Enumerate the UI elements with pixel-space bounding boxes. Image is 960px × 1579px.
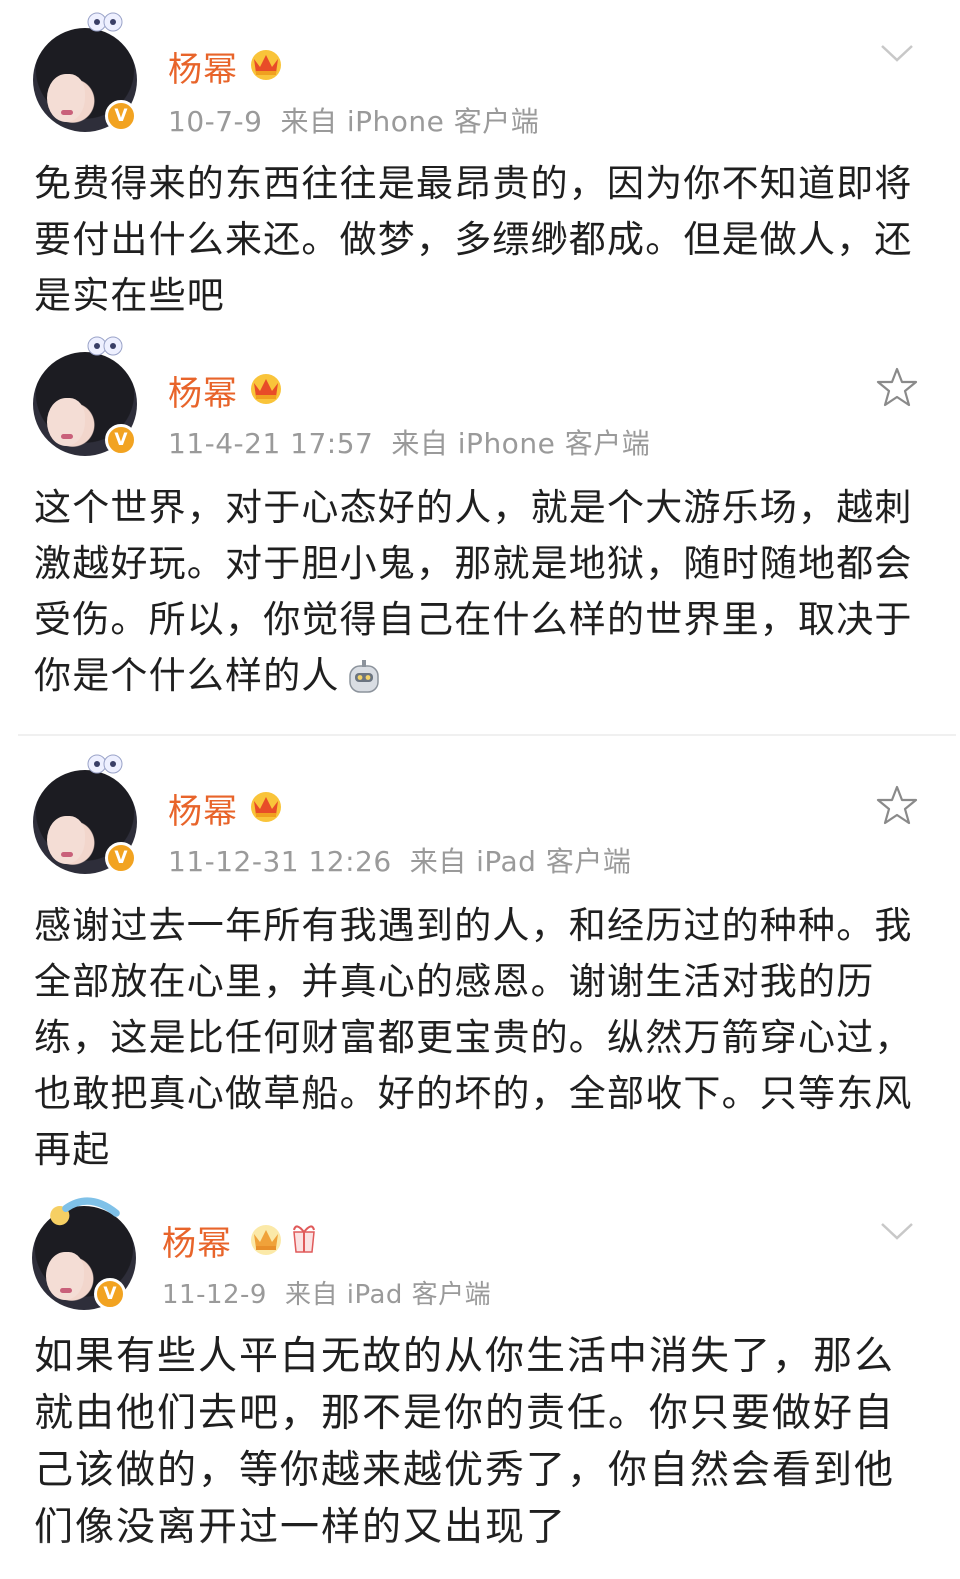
star-icon[interactable] xyxy=(876,784,918,826)
chevron-down-icon[interactable] xyxy=(876,1210,918,1252)
author-name[interactable]: 杨幂 xyxy=(168,784,238,833)
post-meta: 11-4-21 17:57 来自 iPhone 客户端 xyxy=(168,422,650,462)
post-meta: 10-7-9 来自 iPhone 客户端 xyxy=(168,100,539,140)
verified-badge: V xyxy=(105,842,137,874)
avatar[interactable]: V xyxy=(33,12,137,132)
robot-emoji-icon xyxy=(348,659,379,693)
crown-vip-icon xyxy=(251,50,281,80)
post-source[interactable]: 来自 iPad 客户端 xyxy=(410,845,632,878)
post-text: 这个世界，对于心态好的人，就是个大游乐场，越刺激越好玩。对于胆小鬼，那就是地狱，… xyxy=(34,480,926,704)
verified-badge: V xyxy=(105,100,137,132)
post-time: 11-12-31 12:26 xyxy=(168,845,392,878)
post-time: 11-4-21 17:57 xyxy=(168,427,374,460)
post-meta: 11-12-9 来自 iPad 客户端 xyxy=(162,1274,491,1311)
cat-ears-decoration-icon xyxy=(87,754,123,774)
author-name[interactable]: 杨幂 xyxy=(168,42,238,91)
post-source[interactable]: 来自 iPhone 客户端 xyxy=(280,105,539,138)
bottom-fade-overlay xyxy=(0,1539,960,1579)
author-name[interactable]: 杨幂 xyxy=(168,366,238,415)
crown-vip-icon xyxy=(251,1225,281,1255)
star-icon[interactable] xyxy=(876,366,918,408)
anniversary-frame-icon xyxy=(50,1197,120,1226)
post-text: 如果有些人平白无故的从你生活中消失了，那么就由他们去吧，那不是你的责任。你只要做… xyxy=(34,1334,896,1550)
post-meta: 11-12-31 12:26 来自 iPad 客户端 xyxy=(168,840,631,880)
avatar[interactable]: V xyxy=(33,336,137,456)
cat-ears-decoration-icon xyxy=(87,336,123,356)
gift-badge-icon xyxy=(293,1225,315,1253)
verified-badge: V xyxy=(94,1278,126,1310)
post-text: 免费得来的东西往往是最昂贵的，因为你不知道即将要付出什么来还。做梦，多缥缈都成。… xyxy=(34,162,913,317)
avatar[interactable]: V xyxy=(32,1197,136,1310)
post-text: 感谢过去一年所有我遇到的人，和经历过的种种。我全部放在心里，并真心的感恩。谢谢生… xyxy=(34,904,913,1171)
chevron-down-icon[interactable] xyxy=(876,32,918,74)
post-source[interactable]: 来自 iPad 客户端 xyxy=(285,1280,491,1310)
crown-vip-icon xyxy=(251,792,281,822)
post-text-content: 这个世界，对于心态好的人，就是个大游乐场，越刺激越好玩。对于胆小鬼，那就是地狱，… xyxy=(34,486,913,697)
post-time: 10-7-9 xyxy=(168,105,263,138)
post-source[interactable]: 来自 iPhone 客户端 xyxy=(391,427,650,460)
post-divider xyxy=(18,734,956,736)
verified-badge: V xyxy=(105,424,137,456)
avatar[interactable]: V xyxy=(33,754,137,874)
cat-ears-decoration-icon xyxy=(87,12,123,32)
crown-vip-icon xyxy=(251,374,281,404)
weibo-feed: V 杨幂 10-7-9 来自 iPhone 客户端 免费得来的东西往往是最昂贵的，… xyxy=(0,0,960,1579)
author-name[interactable]: 杨幂 xyxy=(162,1216,232,1265)
post-time: 11-12-9 xyxy=(162,1280,267,1310)
